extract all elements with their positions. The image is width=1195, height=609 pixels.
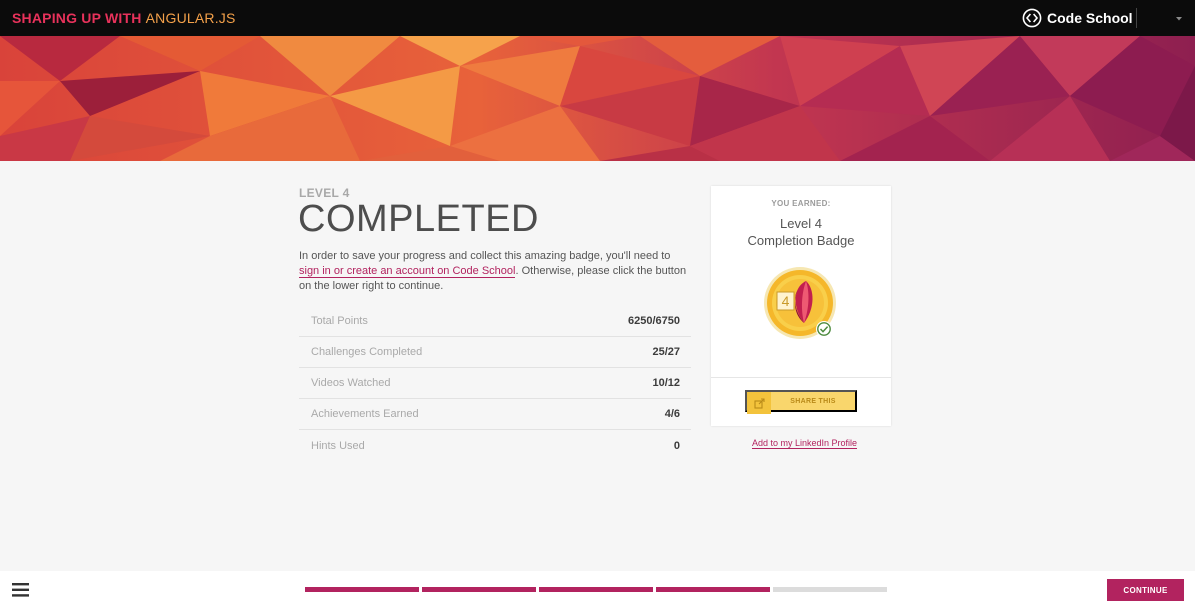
badge-title-line2: Completion Badge: [747, 233, 855, 248]
stat-row-total-points: Total Points 6250/6750: [299, 306, 691, 337]
stat-row-challenges-completed: Challenges Completed 25/27: [299, 337, 691, 368]
svg-text:4: 4: [782, 293, 790, 309]
progress-segment-incomplete: [773, 587, 887, 592]
progress-segment-complete: [422, 587, 536, 592]
stat-value: 10/12: [652, 377, 680, 389]
stat-row-videos-watched: Videos Watched 10/12: [299, 368, 691, 399]
footer-bar: CONTINUE: [0, 571, 1195, 609]
course-progress-bar: [305, 587, 887, 592]
intro-text-before: In order to save your progress and colle…: [299, 250, 671, 262]
stats-table: Total Points 6250/6750 Challenges Comple…: [299, 306, 691, 461]
stat-label: Hints Used: [311, 439, 365, 452]
stat-value: 4/6: [664, 408, 680, 420]
badge-card: YOU EARNED: Level 4 Completion Badge 4 S…: [711, 186, 891, 426]
stat-value: 6250/6750: [628, 315, 680, 327]
badge-title: Level 4 Completion Badge: [711, 215, 891, 249]
badge-title-line1: Level 4: [780, 216, 822, 231]
stat-label: Challenges Completed: [311, 346, 423, 358]
hero-banner: [0, 36, 1195, 161]
progress-segment-complete: [305, 587, 419, 592]
stat-value: 0: [673, 439, 680, 452]
add-to-linkedin-link[interactable]: Add to my LinkedIn Profile: [752, 438, 858, 449]
hamburger-menu-icon[interactable]: [12, 583, 29, 597]
code-school-brand[interactable]: Code School: [1022, 7, 1133, 29]
continue-button[interactable]: CONTINUE: [1107, 579, 1184, 601]
topbar-divider: [1136, 8, 1137, 28]
caret-down-icon[interactable]: [1173, 13, 1185, 23]
share-icon: [747, 392, 771, 414]
code-school-logo-icon: [1022, 8, 1042, 28]
stat-label: Achievements Earned: [311, 408, 419, 420]
page-title: COMPLETED: [298, 198, 539, 240]
level-4-completion-badge-icon: 4: [764, 267, 836, 339]
course-title[interactable]: SHAPING UP WITH ANGULAR.JS: [12, 10, 236, 26]
intro-text: In order to save your progress and colle…: [299, 249, 691, 294]
stat-row-achievements-earned: Achievements Earned 4/6: [299, 399, 691, 430]
share-button-label: SHARE THIS: [790, 397, 836, 405]
brand-name: Code School: [1047, 10, 1133, 26]
you-earned-label: YOU EARNED:: [771, 199, 831, 208]
share-button[interactable]: SHARE THIS: [745, 390, 857, 414]
course-title-prefix: SHAPING UP WITH: [12, 10, 146, 26]
stat-row-hints-used: Hints Used 0: [299, 430, 691, 461]
top-bar: SHAPING UP WITH ANGULAR.JS Code School: [0, 0, 1195, 36]
course-title-angular: ANGULAR.JS: [145, 10, 236, 26]
progress-segment-complete: [656, 587, 770, 592]
progress-segment-complete: [539, 587, 653, 592]
stat-label: Videos Watched: [311, 377, 391, 389]
sign-in-link[interactable]: sign in or create an account on Code Sch…: [299, 265, 516, 278]
stat-value: 25/27: [652, 346, 680, 358]
stat-label: Total Points: [311, 315, 368, 327]
card-divider: [711, 377, 891, 378]
